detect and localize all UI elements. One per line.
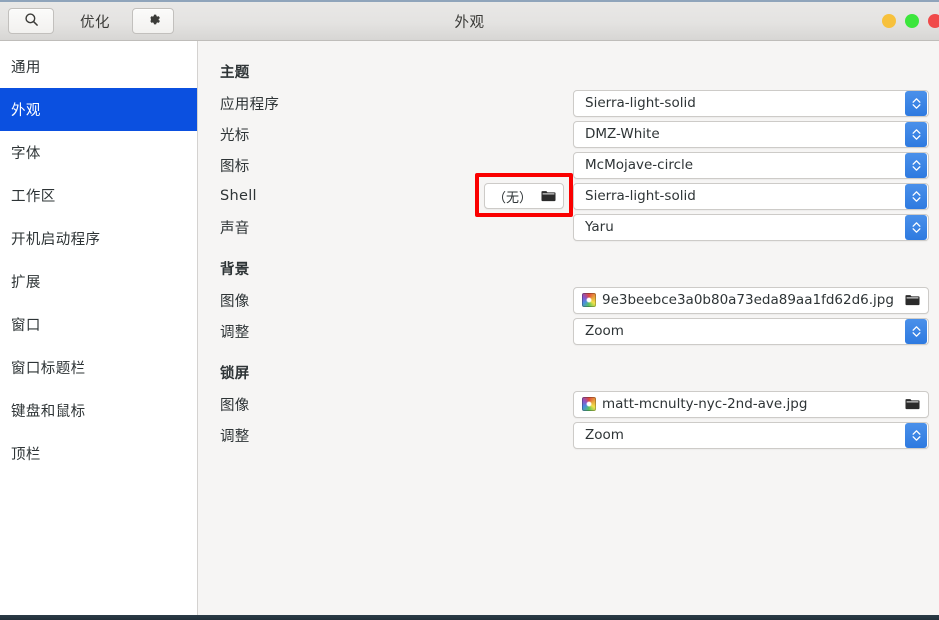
row-control: matt-mcnulty-nyc-2nd-ave.jpg <box>573 390 929 418</box>
row-control: （无） Sierra-light-solid <box>475 173 929 217</box>
chevron-updown-icon[interactable] <box>905 318 927 344</box>
main-content: 主题 应用程序 Sierra-light-solid 光标 DMZ-White … <box>198 41 939 620</box>
sidebar-item-label: 工作区 <box>11 189 56 205</box>
lockscreen-adjustment-combo[interactable]: Zoom <box>573 421 929 449</box>
row-label: Shell <box>220 188 257 204</box>
lockscreen-image-file-button[interactable]: matt-mcnulty-nyc-2nd-ave.jpg <box>573 390 929 418</box>
sound-theme-combo[interactable]: Yaru <box>573 213 929 241</box>
sidebar-item-fonts[interactable]: 字体 <box>0 131 197 174</box>
combo-value: McMojave-circle <box>585 157 694 173</box>
row-icon-theme: 图标 McMojave-circle <box>198 150 929 180</box>
close-button[interactable] <box>928 14 939 28</box>
row-lockscreen-image: 图像 matt-mcnulty-nyc-2nd-ave.jpg <box>198 389 929 419</box>
row-control: DMZ-White <box>573 120 929 148</box>
preferences-menu-button[interactable] <box>132 8 174 34</box>
chevron-updown-icon[interactable] <box>905 183 927 209</box>
row-label: 图标 <box>220 158 250 175</box>
row-label: 调整 <box>220 428 250 445</box>
background-adjustment-combo[interactable]: Zoom <box>573 317 929 345</box>
row-label: 应用程序 <box>220 96 280 113</box>
sidebar-item-startup-applications[interactable]: 开机启动程序 <box>0 217 197 260</box>
row-control: 9e3beebce3a0b80a73eda89aa1fd62d6.jpg <box>573 286 929 314</box>
sidebar-item-extensions[interactable]: 扩展 <box>0 260 197 303</box>
search-icon <box>24 12 39 31</box>
combo-value: Yaru <box>585 219 614 235</box>
chevron-updown-icon[interactable] <box>905 152 927 178</box>
row-application-theme: 应用程序 Sierra-light-solid <box>198 88 929 118</box>
icon-theme-combo[interactable]: McMojave-circle <box>573 151 929 179</box>
sidebar-item-top-bar[interactable]: 顶栏 <box>0 432 197 475</box>
sidebar-item-label: 顶栏 <box>11 447 41 463</box>
row-label: 声音 <box>220 220 250 237</box>
sidebar-item-appearance[interactable]: 外观 <box>0 88 197 131</box>
combo-value: DMZ-White <box>585 126 660 142</box>
row-label: 图像 <box>220 293 250 310</box>
sidebar-item-keyboard-mouse[interactable]: 键盘和鼠标 <box>0 389 197 432</box>
folder-icon <box>905 291 920 310</box>
gear-icon <box>146 12 161 31</box>
combo-value: Sierra-light-solid <box>585 188 696 204</box>
row-sound-theme: 声音 Yaru <box>198 212 929 242</box>
sidebar-item-workspaces[interactable]: 工作区 <box>0 174 197 217</box>
sidebar: 通用 外观 字体 工作区 开机启动程序 扩展 窗口 窗口标题栏 键盘和鼠标 顶栏 <box>0 41 198 620</box>
chevron-updown-icon[interactable] <box>905 422 927 448</box>
combo-value: Zoom <box>585 427 624 443</box>
cursor-theme-combo[interactable]: DMZ-White <box>573 120 929 148</box>
chevron-updown-icon[interactable] <box>905 121 927 147</box>
app-title: 优化 <box>80 14 110 31</box>
shell-theme-file-label: （无） <box>493 190 533 206</box>
sidebar-item-window-titlebars[interactable]: 窗口标题栏 <box>0 346 197 389</box>
sidebar-item-label: 窗口 <box>11 318 41 334</box>
row-label: 图像 <box>220 397 250 414</box>
sidebar-item-label: 外观 <box>11 103 41 119</box>
sidebar-item-label: 开机启动程序 <box>11 232 101 248</box>
shell-theme-file-chooser-wrap: （无） <box>475 173 573 217</box>
row-label: 调整 <box>220 324 250 341</box>
chevron-updown-icon[interactable] <box>905 90 927 116</box>
row-control: McMojave-circle <box>573 151 929 179</box>
background-image-file-button[interactable]: 9e3beebce3a0b80a73eda89aa1fd62d6.jpg <box>573 286 929 314</box>
row-control: Yaru <box>573 213 929 241</box>
sidebar-item-label: 通用 <box>11 60 41 76</box>
image-thumbnail-icon <box>582 293 596 307</box>
search-button[interactable] <box>8 8 54 34</box>
chevron-updown-icon[interactable] <box>905 214 927 240</box>
shell-theme-file-button[interactable]: （无） <box>484 183 564 209</box>
row-cursor-theme: 光标 DMZ-White <box>198 119 929 149</box>
section-title-theme: 主题 <box>220 65 250 81</box>
row-label: 光标 <box>220 127 250 144</box>
section-title-lock-screen: 锁屏 <box>220 366 250 382</box>
sidebar-item-windows[interactable]: 窗口 <box>0 303 197 346</box>
row-shell-theme: Shell （无） Sierra-light-solid <box>198 173 929 217</box>
row-background-image: 图像 9e3beebce3a0b80a73eda89aa1fd62d6.jpg <box>198 285 929 315</box>
row-control: Zoom <box>573 421 929 449</box>
row-control: Zoom <box>573 317 929 345</box>
lockscreen-image-filename: matt-mcnulty-nyc-2nd-ave.jpg <box>602 396 808 412</box>
window-controls <box>882 2 939 40</box>
tweaks-window: 优化 外观 通用 外观 字体 工作区 开机启动程序 扩展 窗口 窗口标题栏 键盘… <box>0 0 939 620</box>
sidebar-item-general[interactable]: 通用 <box>0 45 197 88</box>
row-background-adjustment: 调整 Zoom <box>198 316 929 346</box>
image-thumbnail-icon <box>582 397 596 411</box>
sidebar-item-label: 字体 <box>11 146 41 162</box>
maximize-button[interactable] <box>905 14 919 28</box>
application-theme-combo[interactable]: Sierra-light-solid <box>573 89 929 117</box>
background-image-filename: 9e3beebce3a0b80a73eda89aa1fd62d6.jpg <box>602 292 894 308</box>
section-title-background: 背景 <box>220 262 250 278</box>
row-control: Sierra-light-solid <box>573 89 929 117</box>
minimize-button[interactable] <box>882 14 896 28</box>
sidebar-item-label: 窗口标题栏 <box>11 361 86 377</box>
row-lockscreen-adjustment: 调整 Zoom <box>198 420 929 450</box>
window-body: 通用 外观 字体 工作区 开机启动程序 扩展 窗口 窗口标题栏 键盘和鼠标 顶栏… <box>0 41 939 620</box>
folder-icon <box>541 187 556 206</box>
header-bar: 优化 外观 <box>0 0 939 41</box>
sidebar-item-label: 扩展 <box>11 275 41 291</box>
folder-icon <box>905 395 920 414</box>
shell-theme-combo[interactable]: Sierra-light-solid <box>573 182 929 210</box>
combo-value: Sierra-light-solid <box>585 95 696 111</box>
desktop-bottom-bar <box>0 615 939 620</box>
sidebar-item-label: 键盘和鼠标 <box>11 404 86 420</box>
combo-value: Zoom <box>585 323 624 339</box>
